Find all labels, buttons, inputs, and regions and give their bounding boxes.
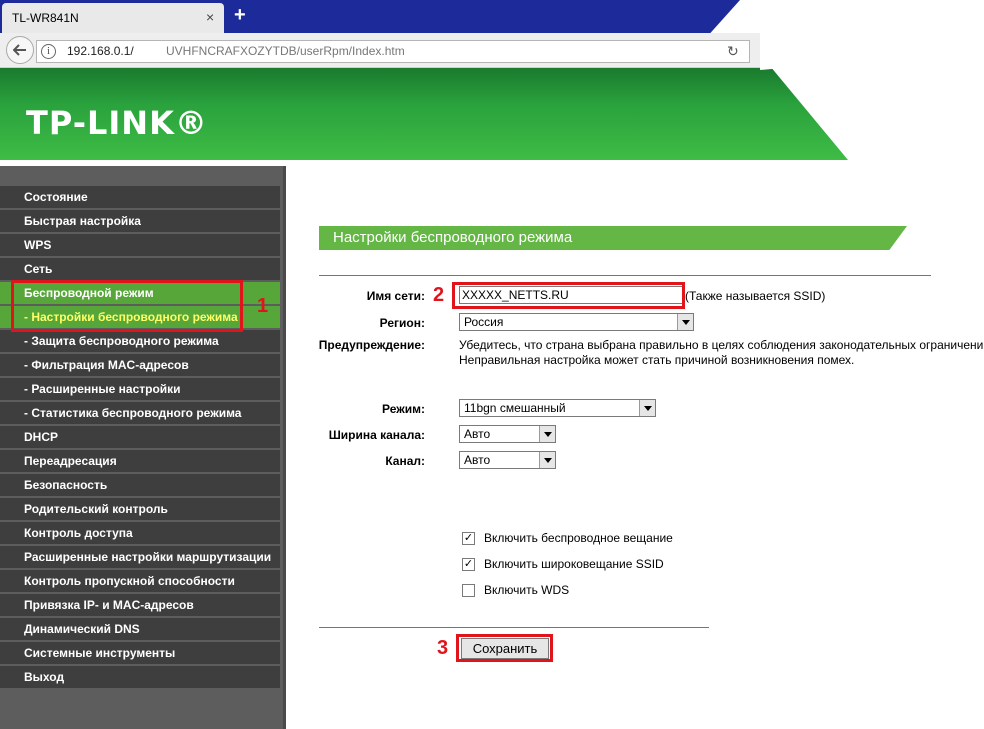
enable-wds-label: Включить WDS [484, 583, 570, 597]
warning-label: Предупреждение: [318, 338, 425, 352]
sidebar-item-dhcp[interactable]: DHCP [0, 426, 280, 449]
channel-width-label: Ширина канала: [328, 428, 425, 442]
mode-select[interactable]: 11bgn смешанный [459, 399, 656, 417]
channel-select[interactable]: Авто [459, 451, 556, 469]
info-icon[interactable]: i [41, 44, 56, 59]
torn-edge [760, 0, 984, 729]
annotation-box-3 [456, 634, 553, 662]
region-value: Россия [464, 315, 504, 329]
enable-ssid-broadcast-checkbox[interactable]: ✓ [462, 558, 475, 571]
channel-width-select[interactable]: Авто [459, 425, 556, 443]
chevron-down-icon [539, 452, 555, 468]
sidebar-item-access-control[interactable]: Контроль доступа [0, 522, 280, 545]
sidebar-item-wps[interactable]: WPS [0, 234, 280, 257]
sidebar-item-ip-mac-binding[interactable]: Привязка IP- и MAC-адресов [0, 594, 280, 617]
browser-navbar: i 192.168.0.1/ UVHFNCRAFXOZYTDB/userRpm/… [0, 33, 770, 68]
annotation-number-2: 2 [433, 284, 445, 306]
ssid-label: Имя сети: [366, 289, 425, 303]
url-path: UVHFNCRAFXOZYTDB/userRpm/Index.htm [166, 44, 405, 58]
back-button[interactable] [6, 36, 34, 64]
address-bar[interactable]: i 192.168.0.1/ UVHFNCRAFXOZYTDB/userRpm/… [36, 40, 750, 63]
bottom-divider [319, 627, 709, 628]
sidebar-item-system-tools[interactable]: Системные инструменты [0, 642, 280, 665]
region-label: Регион: [379, 316, 425, 330]
channel-value: Авто [464, 453, 491, 467]
sidebar-item-parental-control[interactable]: Родительский контроль [0, 498, 280, 521]
chevron-down-icon [539, 426, 555, 442]
browser-tab[interactable]: TL-WR841N × [2, 3, 224, 33]
tab-title: TL-WR841N [12, 11, 79, 25]
sidebar-item-logout[interactable]: Выход [0, 666, 280, 689]
mode-value: 11bgn смешанный [464, 401, 566, 415]
sidebar-item-network[interactable]: Сеть [0, 258, 280, 281]
sidebar-item-advanced-routing[interactable]: Расширенные настройки маршрутизации [0, 546, 280, 569]
mode-label: Режим: [382, 402, 425, 416]
region-select[interactable]: Россия [459, 313, 694, 331]
channel-label: Канал: [385, 454, 425, 468]
channel-width-value: Авто [464, 427, 491, 441]
sidebar-menu: Состояние Быстрая настройка WPS Сеть Бес… [0, 166, 283, 729]
sidebar-item-wireless-security[interactable]: - Защита беспроводного режима [0, 330, 280, 353]
sidebar-divider [283, 166, 286, 729]
sidebar-item-status[interactable]: Состояние [0, 186, 280, 209]
annotation-box-1 [11, 280, 243, 332]
tp-link-logo: TP-LINK® [26, 104, 208, 142]
chevron-down-icon [677, 314, 693, 330]
enable-radio-label: Включить беспроводное вещание [484, 531, 673, 545]
annotation-number-1: 1 [257, 295, 269, 317]
sidebar-item-bandwidth-control[interactable]: Контроль пропускной способности [0, 570, 280, 593]
new-tab-icon[interactable]: + [234, 4, 246, 27]
router-header: TP-LINK® [0, 68, 848, 160]
sidebar-item-forwarding[interactable]: Переадресация [0, 450, 280, 473]
back-arrow-icon [13, 44, 26, 56]
annotation-number-3: 3 [437, 637, 449, 659]
sidebar-item-mac-filter[interactable]: - Фильтрация MAC-адресов [0, 354, 280, 377]
reload-icon[interactable]: ↻ [727, 43, 739, 60]
sidebar-item-security[interactable]: Безопасность [0, 474, 280, 497]
chevron-down-icon [639, 400, 655, 416]
sidebar-item-wireless-stats[interactable]: - Статистика беспроводного режима [0, 402, 280, 425]
sidebar-item-dynamic-dns[interactable]: Динамический DNS [0, 618, 280, 641]
enable-ssid-broadcast-label: Включить широковещание SSID [484, 557, 664, 571]
sidebar-item-quick-setup[interactable]: Быстрая настройка [0, 210, 280, 233]
enable-radio-checkbox[interactable]: ✓ [462, 532, 475, 545]
annotation-box-2 [452, 282, 685, 309]
enable-wds-checkbox[interactable] [462, 584, 475, 597]
url-host: 192.168.0.1/ [67, 44, 134, 58]
close-icon[interactable]: × [206, 9, 214, 25]
sidebar-item-wireless-advanced[interactable]: - Расширенные настройки [0, 378, 280, 401]
